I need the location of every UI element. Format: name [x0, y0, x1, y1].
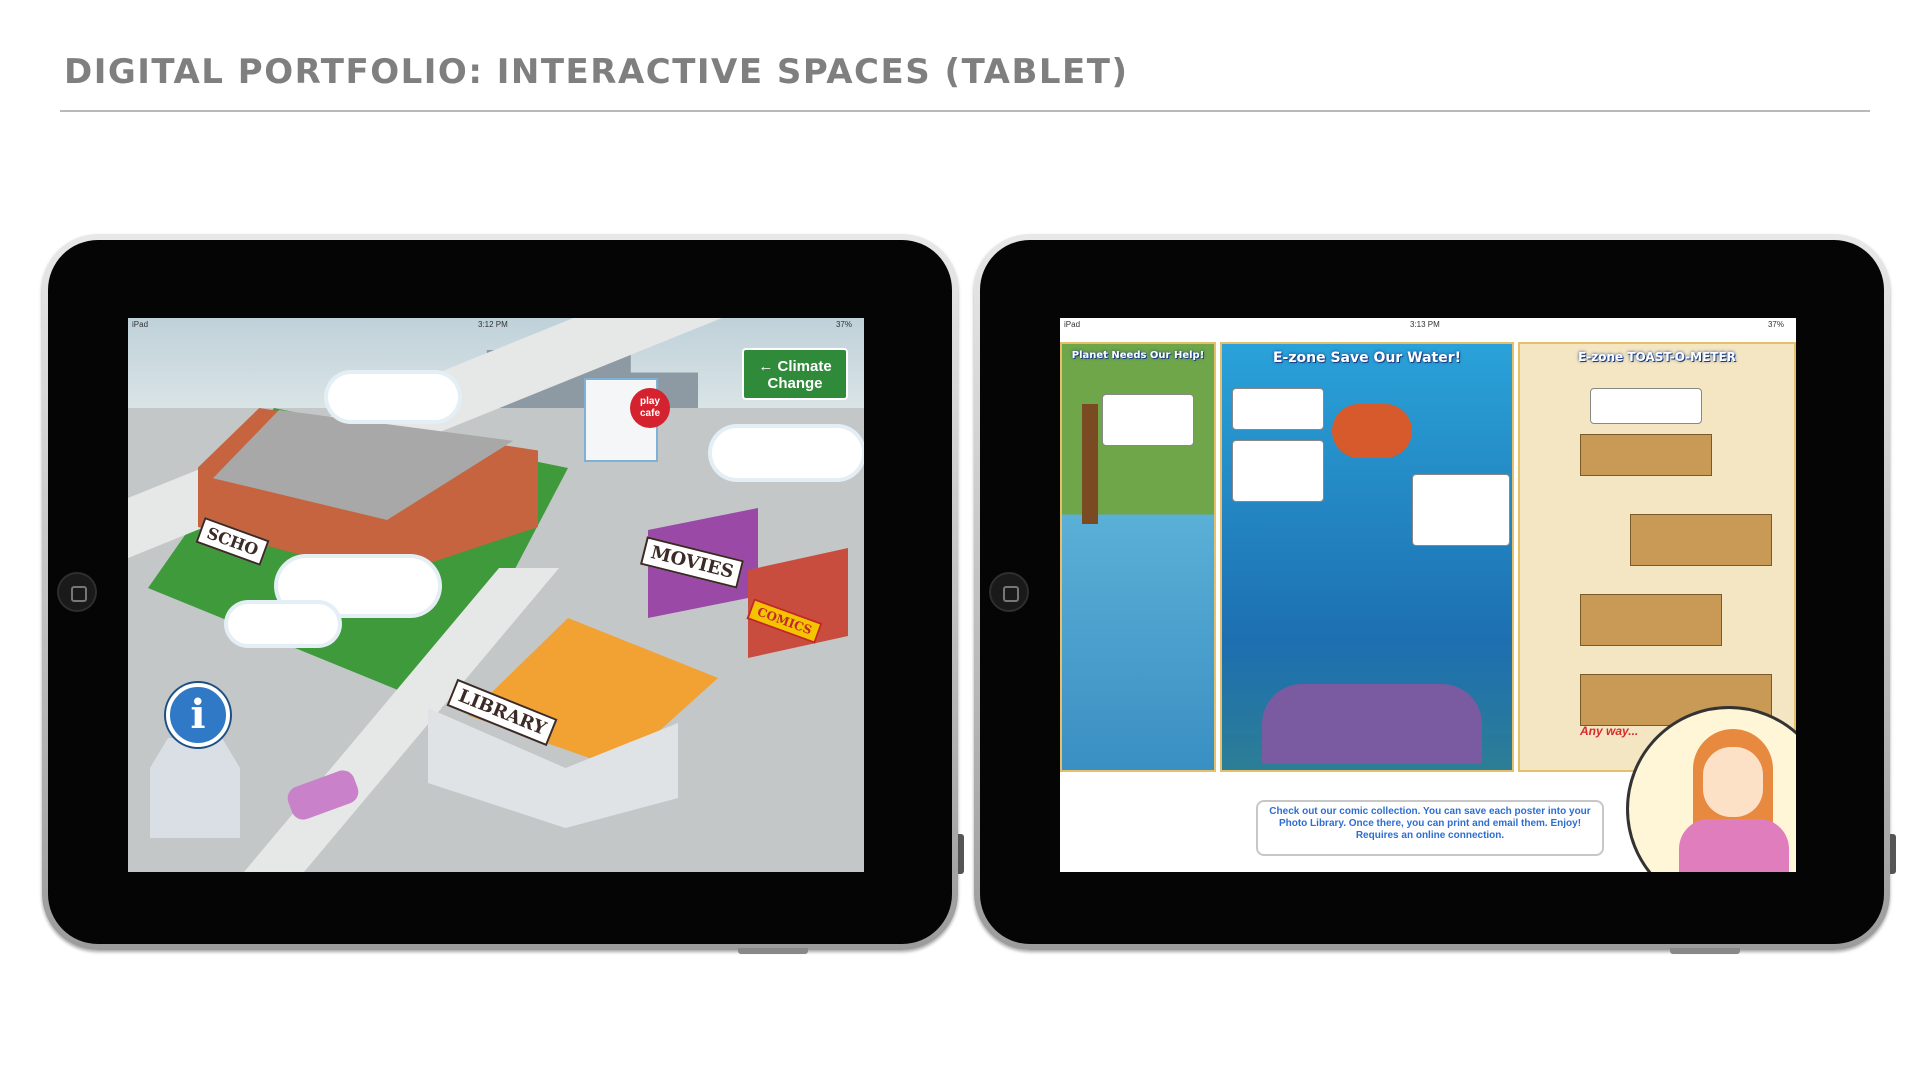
tablet-right: iPad 3:13 PM 37% Planet Needs Our Help! …	[974, 234, 1896, 954]
home-button[interactable]	[989, 572, 1029, 612]
speech-bubble	[1232, 440, 1324, 502]
info-icon[interactable]: i	[166, 683, 230, 747]
speech-bubble	[1590, 388, 1702, 424]
comic-panel-planet[interactable]: Planet Needs Our Help!	[1060, 342, 1216, 772]
bread-stack	[1630, 514, 1772, 566]
tablet-screen-comics: iPad 3:13 PM 37% Planet Needs Our Help! …	[1060, 318, 1796, 872]
submarine	[1332, 404, 1412, 458]
clock: 3:12 PM	[478, 320, 508, 329]
girl-face	[1703, 747, 1763, 817]
side-button	[958, 834, 964, 874]
carrier-label: iPad	[132, 320, 149, 329]
speech-bubble	[1102, 394, 1194, 446]
sign-line-1: ← Climate	[758, 358, 832, 375]
battery-level: 37%	[835, 320, 852, 329]
title-divider	[60, 110, 1870, 112]
status-bar: iPad 3:13 PM 37%	[1060, 318, 1796, 332]
comic-panel-title: E-zone TOAST-O-METER	[1578, 350, 1736, 364]
page-title: DIGITAL PORTFOLIO: INTERACTIVE SPACES (T…	[64, 52, 1129, 92]
tablet-screen-town-map: iPad 3:12 PM 37% SCHO play cafe MOVIES C…	[128, 318, 864, 872]
tablet-left: iPad 3:12 PM 37% SCHO play cafe MOVIES C…	[42, 234, 964, 954]
sign-line-2: Change	[767, 375, 823, 392]
side-button	[1890, 834, 1896, 874]
clock: 3:13 PM	[1410, 320, 1440, 329]
reef	[1262, 684, 1482, 764]
panel-tagline: Any way...	[1580, 724, 1639, 738]
carrier-label: iPad	[1064, 320, 1081, 329]
comic-panel-title: Planet Needs Our Help!	[1071, 350, 1205, 361]
bread-stack	[1580, 594, 1722, 646]
bottom-edge	[1670, 948, 1740, 954]
bottom-edge	[738, 948, 808, 954]
tree-trunk	[1082, 404, 1098, 524]
speech-bubble	[1232, 388, 1324, 430]
comic-panel-water[interactable]: E-zone Save Our Water!	[1220, 342, 1514, 772]
speech-bubble	[1412, 474, 1510, 546]
info-kiosk	[150, 738, 240, 838]
caption-box: Check out our comic collection. You can …	[1256, 800, 1604, 856]
bread-stack	[1580, 434, 1712, 476]
home-button[interactable]	[57, 572, 97, 612]
climate-change-sign[interactable]: ← Climate Change	[742, 348, 848, 400]
cloud	[328, 374, 458, 420]
cafe-logo: play cafe	[630, 388, 670, 428]
cloud	[228, 604, 338, 644]
battery-level: 37%	[1767, 320, 1784, 329]
girl-body	[1679, 819, 1789, 872]
comic-panel-title: E-zone Save Our Water!	[1272, 350, 1461, 366]
comic-panel-toast-o-meter[interactable]: E-zone TOAST-O-METER Any way...	[1518, 342, 1796, 772]
cloud	[712, 428, 862, 478]
status-bar: iPad 3:12 PM 37%	[128, 318, 864, 332]
